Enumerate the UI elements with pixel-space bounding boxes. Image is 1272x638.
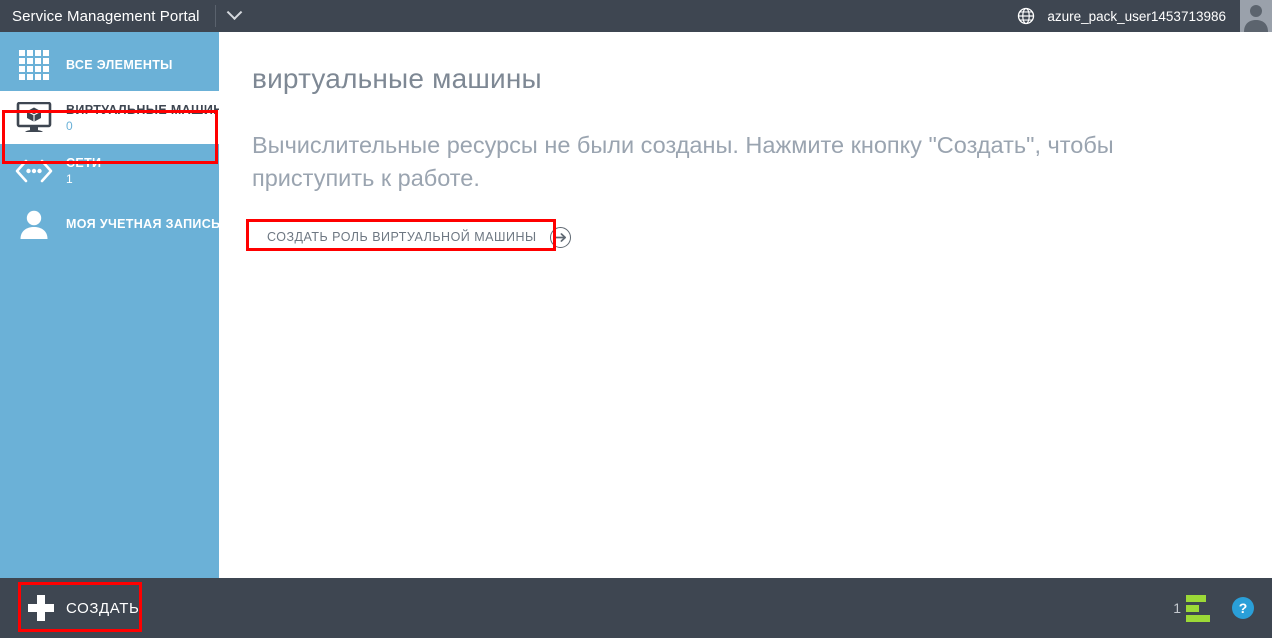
new-button-label: СОЗДАТЬ	[66, 599, 140, 617]
top-bar-right: azure_pack_user1453713986	[1017, 0, 1272, 32]
app-title: Service Management Portal	[12, 7, 200, 25]
new-button-wrap: СОЗДАТЬ	[20, 589, 161, 627]
grid-icon	[14, 45, 54, 85]
user-name-label[interactable]: azure_pack_user1453713986	[1047, 9, 1226, 24]
create-vm-role-link[interactable]: СОЗДАТЬ РОЛЬ ВИРТУАЛЬНОЙ МАШИНЫ	[257, 220, 582, 255]
main-content: виртуальные машины Вычислительные ресурс…	[219, 32, 1272, 578]
globe-icon[interactable]	[1017, 7, 1035, 25]
bottom-bar: СОЗДАТЬ 1 ?	[0, 578, 1272, 638]
portal-menu-button[interactable]	[216, 0, 254, 32]
sidebar-item-label: МОЯ УЧЕТНАЯ ЗАПИСЬ	[66, 216, 221, 231]
sidebar-item-label: ВСЕ ЭЛЕМЕНТЫ	[66, 57, 173, 72]
chevron-down-icon	[226, 3, 243, 20]
top-bar: Service Management Portal azure_pack_use…	[0, 0, 1272, 32]
avatar[interactable]	[1240, 0, 1272, 32]
sidebar-item-virtual-machines[interactable]: ВИРТУАЛЬНЫЕ МАШИНЫ 0	[0, 91, 235, 144]
activity-bars-icon[interactable]	[1186, 594, 1210, 622]
virtual-machine-icon	[14, 98, 54, 138]
user-account-icon	[14, 204, 54, 244]
create-vm-role-link-wrap: СОЗДАТЬ РОЛЬ ВИРТУАЛЬНОЙ МАШИНЫ	[257, 220, 582, 255]
sidebar-item-networks[interactable]: СЕТИ 1	[0, 144, 219, 197]
networks-icon	[14, 151, 54, 191]
help-icon[interactable]: ?	[1232, 597, 1254, 619]
bottom-bar-right: 1 ?	[1173, 594, 1272, 622]
user-avatar-icon	[1244, 5, 1268, 32]
sidebar-item-my-account[interactable]: МОЯ УЧЕТНАЯ ЗАПИСЬ	[0, 197, 221, 250]
portal-window: Service Management Portal azure_pack_use…	[0, 0, 1272, 638]
page-title: виртуальные машины	[252, 63, 542, 94]
sidebar-item-count: 1	[66, 172, 73, 186]
status-count: 1	[1173, 600, 1181, 616]
create-vm-role-label: СОЗДАТЬ РОЛЬ ВИРТУАЛЬНОЙ МАШИНЫ	[267, 230, 537, 245]
new-button[interactable]: СОЗДАТЬ	[20, 589, 161, 627]
sidebar-item-label: ВИРТУАЛЬНЫЕ МАШИНЫ	[66, 103, 236, 117]
arrow-right-circle-icon	[549, 226, 571, 248]
sidebar-item-label: СЕТИ	[66, 156, 102, 170]
sidebar-item-count: 0	[66, 119, 73, 133]
plus-icon	[28, 595, 54, 621]
empty-state-message: Вычислительные ресурсы не были созданы. …	[252, 131, 1114, 192]
sidebar-item-all-items[interactable]: ВСЕ ЭЛЕМЕНТЫ	[0, 38, 219, 91]
sidebar: ВСЕ ЭЛЕМЕНТЫ ВИРТУАЛЬНЫЕ МАШИНЫ 0 СЕТИ 1…	[0, 32, 235, 578]
